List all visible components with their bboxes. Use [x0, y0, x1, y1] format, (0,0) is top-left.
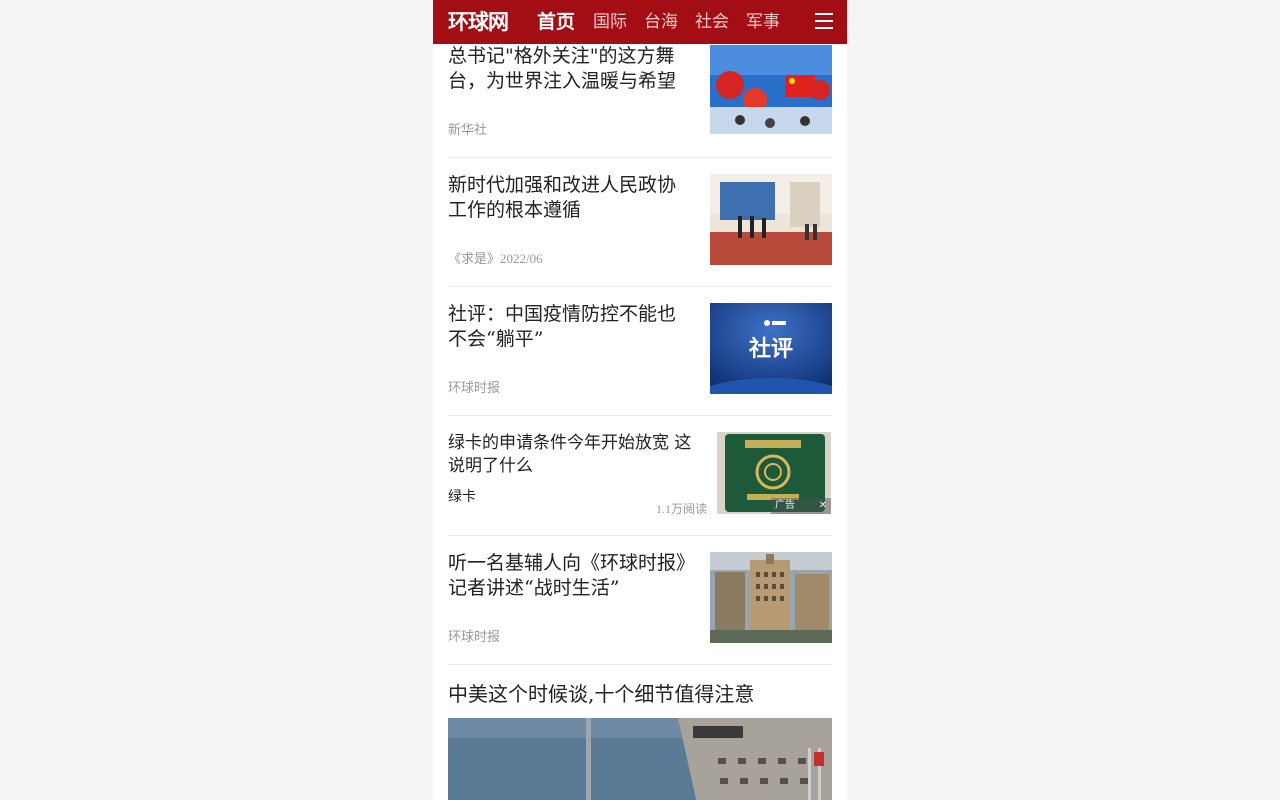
article-item[interactable]: 社评：中国疫情防控不能也不会“躺平” 环球时报 社评 — [448, 287, 832, 416]
article-thumbnail[interactable] — [710, 174, 832, 265]
article-title[interactable]: 听一名基辅人向《环球时报》记者讲述“战时生活” — [448, 551, 693, 601]
article-item[interactable]: 听一名基辅人向《环球时报》记者讲述“战时生活” 环球时报 — [448, 536, 832, 665]
ad-item[interactable]: 绿卡的申请条件今年开始放宽 这说明了什么 绿卡 1.1万阅读 广告 ✕ — [448, 416, 832, 536]
article-item-large[interactable]: 中美这个时候谈,十个细节值得注意 — [448, 665, 832, 800]
article-source: 《求是》2022/06 — [448, 251, 543, 266]
article-thumbnail[interactable] — [710, 552, 832, 643]
site-logo[interactable]: 环球网 — [448, 9, 509, 35]
article-thumbnail[interactable]: 社评 — [710, 303, 832, 394]
thumbnail-label: 社评 — [749, 336, 793, 362]
mobile-page: 环球网 首页 国际 台海 社会 军事 总书记"格外关注"的这方舞台，为世界注入温… — [433, 0, 847, 800]
article-item[interactable]: 新时代加强和改进人民政协工作的根本遵循 《求是》2022/06 — [448, 158, 832, 287]
article-source: 环球时报 — [448, 629, 501, 644]
ad-label: 广告 — [775, 500, 795, 511]
ad-badge: 广告 ✕ — [771, 498, 831, 514]
nav-tab-military[interactable]: 军事 — [746, 0, 780, 44]
nav-tab-international[interactable]: 国际 — [593, 0, 627, 44]
nav-tab-society[interactable]: 社会 — [695, 0, 729, 44]
article-source: 新华社 — [448, 122, 488, 137]
article-title[interactable]: 中美这个时候谈,十个细节值得注意 — [448, 680, 832, 708]
ad-read-count: 1.1万阅读 — [656, 502, 708, 516]
hamburger-menu-icon[interactable] — [815, 10, 833, 32]
ad-tag: 绿卡 — [448, 489, 476, 505]
ad-title[interactable]: 绿卡的申请条件今年开始放宽 这说明了什么 — [448, 432, 708, 478]
article-title[interactable]: 总书记"格外关注"的这方舞台，为世界注入温暖与希望 — [448, 44, 693, 94]
article-source: 环球时报 — [448, 380, 501, 395]
article-title[interactable]: 新时代加强和改进人民政协工作的根本遵循 — [448, 173, 693, 223]
ad-close-icon[interactable]: ✕ — [819, 498, 827, 514]
nav-tab-taiwan-strait[interactable]: 台海 — [644, 0, 678, 44]
nav-tab-home[interactable]: 首页 — [537, 0, 575, 44]
channel-nav: 首页 国际 台海 社会 军事 — [537, 0, 797, 44]
top-nav-bar: 环球网 首页 国际 台海 社会 军事 — [433, 0, 847, 44]
article-title[interactable]: 社评：中国疫情防控不能也不会“躺平” — [448, 302, 693, 352]
article-image[interactable] — [448, 718, 832, 800]
article-thumbnail[interactable] — [710, 45, 832, 134]
ad-thumbnail[interactable]: 广告 ✕ — [717, 432, 831, 514]
